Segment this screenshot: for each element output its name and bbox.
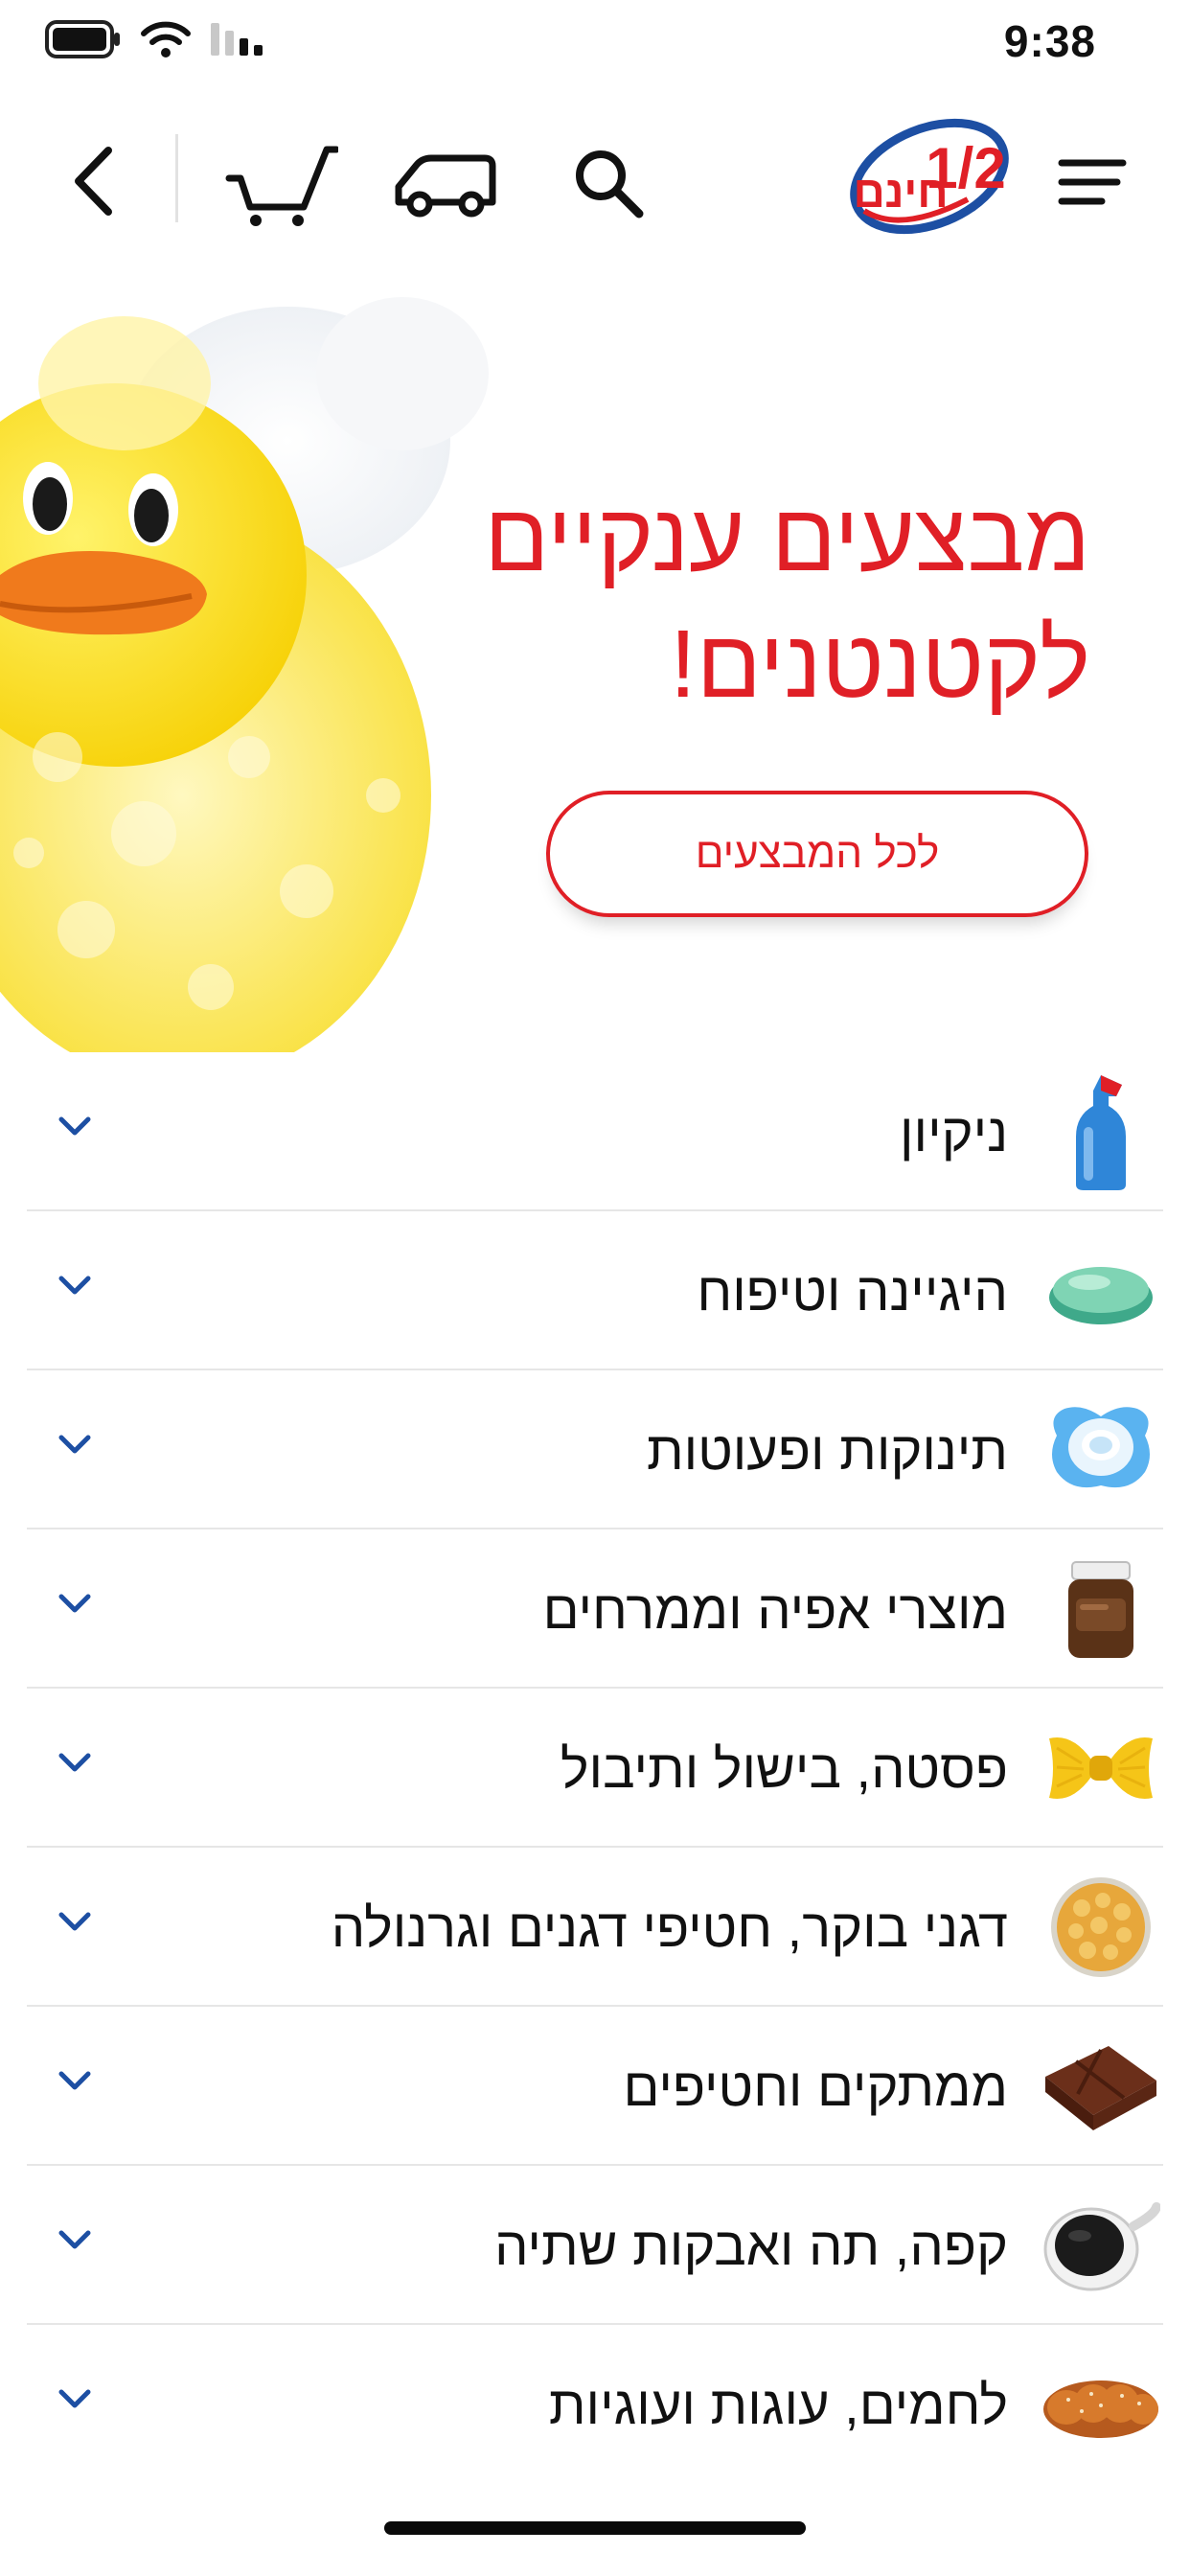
- wifi-icon: [141, 21, 191, 58]
- cart-icon: [225, 146, 338, 226]
- category-label: ממתקים וחטיפים: [623, 2056, 1008, 2117]
- chevron-down-icon[interactable]: [56, 1585, 94, 1623]
- category-row[interactable]: תינוקות ופעוטות: [27, 1370, 1163, 1530]
- promo-banner[interactable]: מבצעים ענקיים לקטנטנים! לכל המבצעים: [0, 259, 1190, 1052]
- brand-logo[interactable]: חינם 1/2: [843, 107, 1016, 251]
- search-icon: [576, 150, 644, 218]
- challah-bread-icon: [1039, 2342, 1163, 2467]
- chevron-left-icon: [75, 147, 112, 216]
- truck-icon: [395, 154, 496, 218]
- home-indicator[interactable]: [384, 2521, 806, 2535]
- chevron-down-icon[interactable]: [56, 2221, 94, 2260]
- menu-button[interactable]: [1050, 148, 1134, 220]
- category-label: פסטה, בישול ותיבול: [560, 1737, 1008, 1799]
- chevron-down-icon[interactable]: [56, 1903, 94, 1942]
- status-bar: 9:38: [0, 0, 1190, 86]
- pacifier-icon: [1039, 1388, 1163, 1512]
- category-row[interactable]: ניקיון: [27, 1052, 1163, 1211]
- category-label: לחמים, עוגות ועוגיות: [548, 2374, 1008, 2435]
- cereal-bowl-icon: [1039, 1865, 1163, 1990]
- coffee-cup-icon: [1039, 2183, 1163, 2308]
- nav-divider: [175, 134, 178, 222]
- half-free-logo-icon: חינם 1/2: [850, 118, 1009, 235]
- category-label: ניקיון: [899, 1101, 1008, 1162]
- chevron-down-icon[interactable]: [56, 1108, 94, 1146]
- chevron-down-icon[interactable]: [56, 1744, 94, 1782]
- soap-icon: [1039, 1229, 1163, 1353]
- delivery-button[interactable]: [387, 140, 502, 226]
- category-row[interactable]: קפה, תה ואבקות שתיה: [27, 2166, 1163, 2325]
- all-deals-button[interactable]: לכל המבצעים: [546, 791, 1088, 917]
- category-row[interactable]: דגני בוקר, חטיפי דגנים וגרנולה: [27, 1848, 1163, 2007]
- chevron-down-icon[interactable]: [56, 2062, 94, 2101]
- top-nav-bar: חינם 1/2: [0, 105, 1190, 259]
- chevron-down-icon[interactable]: [56, 2380, 94, 2419]
- chocolate-icon: [1039, 2024, 1163, 2149]
- category-row[interactable]: פסטה, בישול ותיבול: [27, 1689, 1163, 1848]
- back-button[interactable]: [56, 138, 132, 224]
- promo-title: מבצעים ענקיים לקטנטנים!: [362, 474, 1090, 727]
- promo-title-line-2: לקטנטנים!: [670, 610, 1090, 718]
- cleaning-bottle-icon: [1039, 1070, 1163, 1194]
- category-label: היגיינה וטיפוח: [697, 1260, 1008, 1322]
- category-list: ניקיון היגיינה וטיפוח תינוקות ופעוטות מו…: [0, 1052, 1190, 2484]
- category-row[interactable]: היגיינה וטיפוח: [27, 1211, 1163, 1370]
- menu-icon: [1058, 159, 1127, 205]
- status-time: 9:38: [1003, 16, 1096, 66]
- category-row[interactable]: לחמים, עוגות ועוגיות: [27, 2325, 1163, 2484]
- category-label: מוצרי אפיה וממרחים: [542, 1578, 1008, 1640]
- category-label: קפה, תה ואבקות שתיה: [494, 2215, 1008, 2276]
- category-label: דגני בוקר, חטיפי דגנים וגרנולה: [331, 1897, 1008, 1958]
- promo-title-line-1: מבצעים ענקיים: [484, 484, 1090, 591]
- spread-jar-icon: [1039, 1547, 1163, 1671]
- search-button[interactable]: [565, 140, 652, 226]
- category-row[interactable]: מוצרי אפיה וממרחים: [27, 1530, 1163, 1689]
- status-icons: [44, 19, 268, 59]
- category-label: תינוקות ופעוטות: [646, 1419, 1008, 1481]
- battery-icon: [45, 20, 120, 58]
- category-row[interactable]: ממתקים וחטיפים: [27, 2007, 1163, 2166]
- chevron-down-icon[interactable]: [56, 1426, 94, 1464]
- pasta-icon: [1039, 1706, 1163, 1830]
- cart-button[interactable]: [218, 134, 343, 230]
- signal-icon: [211, 23, 263, 56]
- chevron-down-icon[interactable]: [56, 1267, 94, 1305]
- logo-fraction: 1/2: [926, 136, 1005, 200]
